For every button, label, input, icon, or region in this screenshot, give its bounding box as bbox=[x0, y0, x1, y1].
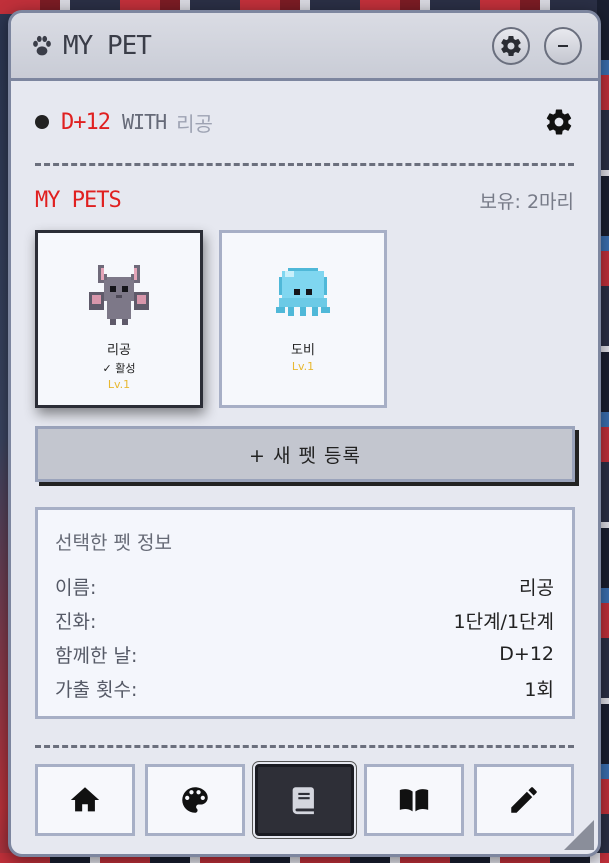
home-icon bbox=[70, 787, 100, 812]
info-row: 진화: 1단계/1단계 bbox=[55, 603, 554, 637]
nav-palette-button[interactable] bbox=[144, 764, 245, 836]
info-row: 함께한 날: D+12 bbox=[55, 637, 554, 671]
info-label: 진화: bbox=[55, 610, 97, 633]
info-value: D+12 bbox=[499, 643, 554, 665]
pet-level: Lv.1 bbox=[291, 360, 315, 373]
book-icon bbox=[293, 787, 315, 815]
my-pets-heading: MY PETS bbox=[35, 187, 122, 213]
resize-handle-icon[interactable] bbox=[564, 820, 594, 850]
open-book-icon bbox=[400, 789, 429, 812]
bat-sprite bbox=[89, 265, 149, 325]
pet-window: MY PET D+12 WITH 리공 MY PETS 보유: 2마리 리공 ✓… bbox=[8, 10, 601, 857]
status-dot bbox=[35, 115, 49, 129]
info-label: 가출 횟수: bbox=[55, 678, 138, 701]
info-value: 1단계/1단계 bbox=[453, 610, 555, 633]
gear-icon[interactable] bbox=[544, 107, 574, 137]
active-badge: ✓ 활성 bbox=[102, 362, 136, 375]
owned-count: 보유: 2마리 bbox=[479, 190, 574, 213]
pet-info-panel: 선택한 펫 정보 이름: 리공 진화: 1단계/1단계 함께한 날: D+12 … bbox=[35, 507, 575, 719]
paw-icon bbox=[33, 35, 51, 55]
info-row: 이름: 리공 bbox=[55, 569, 554, 603]
current-pet-name: 리공 bbox=[176, 111, 213, 136]
window-title: MY PET bbox=[63, 30, 152, 61]
with-label: WITH bbox=[121, 110, 167, 134]
window-settings-button[interactable] bbox=[492, 26, 530, 65]
add-pet-button[interactable]: + 새 펫 등록 bbox=[35, 426, 575, 482]
info-label: 이름: bbox=[55, 576, 97, 599]
info-label: 함께한 날: bbox=[55, 644, 138, 667]
divider bbox=[35, 745, 574, 748]
info-value: 1회 bbox=[524, 678, 554, 701]
pet-level: Lv.1 bbox=[107, 378, 131, 391]
info-title: 선택한 펫 정보 bbox=[55, 532, 172, 554]
pet-card-active[interactable]: 리공 ✓ 활성 Lv.1 bbox=[35, 230, 203, 408]
window-minimize-button[interactable] bbox=[544, 26, 582, 65]
pet-name: 도비 bbox=[291, 343, 315, 358]
pet-card[interactable]: 도비 Lv.1 bbox=[219, 230, 387, 408]
gear-icon bbox=[501, 35, 521, 56]
status-row: D+12 WITH 리공 bbox=[35, 81, 574, 163]
pet-card-list: 리공 ✓ 활성 Lv.1 도비 Lv.1 bbox=[35, 230, 574, 408]
nav-home-button[interactable] bbox=[35, 764, 135, 836]
pet-name: 리공 bbox=[107, 343, 131, 358]
nav-open-book-button[interactable] bbox=[364, 764, 465, 836]
nav-pencil-button[interactable] bbox=[474, 764, 574, 836]
title-bar[interactable]: MY PET bbox=[11, 13, 598, 81]
dday-counter: D+12 bbox=[61, 109, 111, 135]
bottom-nav bbox=[35, 764, 574, 836]
pencil-icon bbox=[511, 787, 537, 813]
palette-icon bbox=[181, 787, 208, 813]
info-value: 리공 bbox=[519, 576, 554, 599]
minus-icon bbox=[558, 44, 568, 47]
info-row: 가출 횟수: 1회 bbox=[55, 671, 554, 705]
divider bbox=[35, 163, 574, 166]
octopus-sprite bbox=[276, 268, 330, 316]
nav-book-button[interactable] bbox=[254, 764, 355, 836]
